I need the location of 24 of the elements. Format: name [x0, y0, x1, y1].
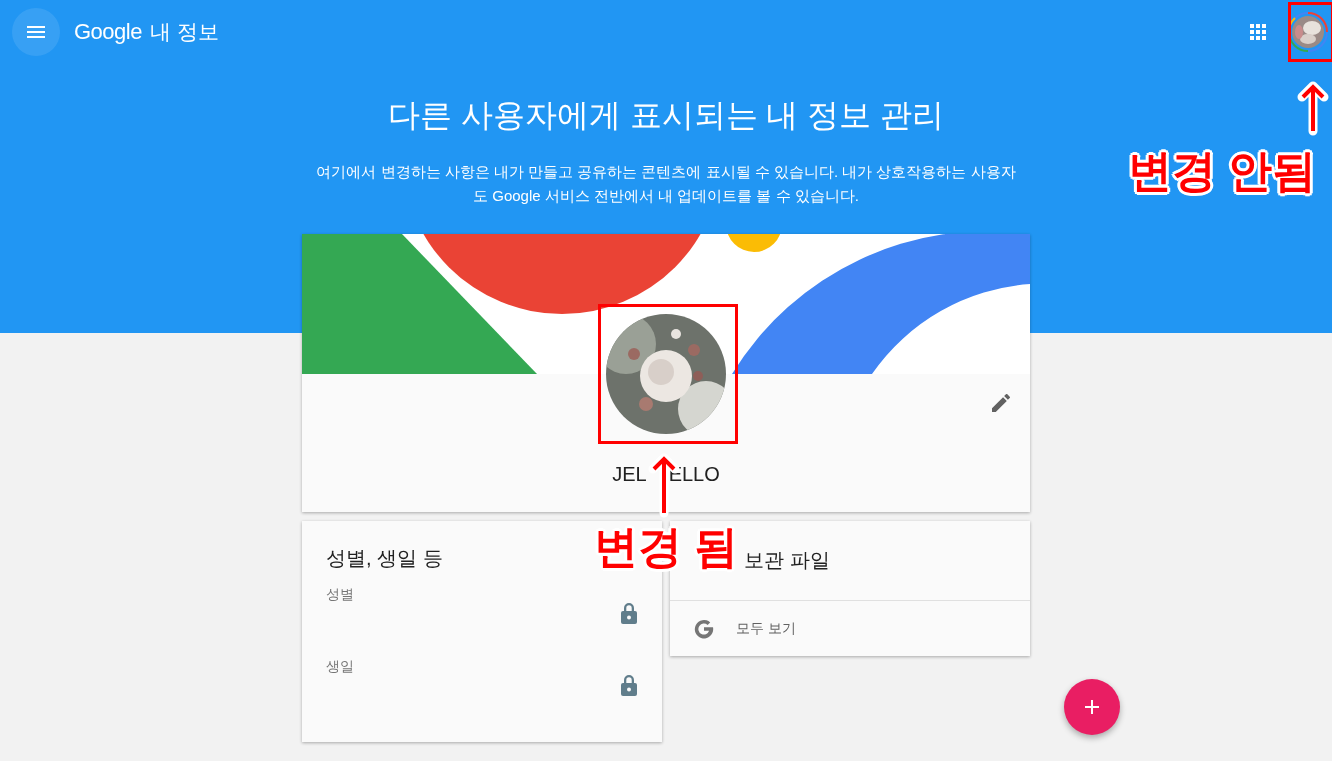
add-button[interactable] — [1064, 679, 1120, 735]
pencil-icon — [992, 394, 1010, 412]
google-g-icon — [694, 618, 714, 639]
arrow — [1296, 80, 1330, 136]
lock-icon — [620, 674, 638, 696]
view-all-link[interactable]: 모두 보기 — [670, 601, 1030, 656]
profile-name: JEL — [612, 463, 647, 486]
annotation-text: 변경 안됨 — [1128, 145, 1317, 197]
menu-icon — [27, 26, 45, 38]
annotation-text: 변경 됨 — [594, 521, 739, 573]
field-label: 성별 — [326, 586, 354, 604]
page-heading: 다른 사용자에게 표시되는 내 정보 관리 — [387, 96, 945, 135]
account-avatar[interactable] — [1288, 12, 1328, 52]
field-label: 생일 — [326, 658, 354, 676]
brand-logo: Google — [74, 19, 142, 45]
menu-button[interactable] — [12, 8, 60, 56]
description-text: 여기에서 변경하는 사항은 내가 만들고 공유하는 콘텐츠에 표시될 수 있습니다. 내가 상호작용하는 사용자도 Google 서비스 전반에서 내 업데이트를 볼 수 있습니다. — [315, 162, 1017, 206]
edit-button[interactable] — [992, 394, 1010, 412]
apps-grid-icon — [1250, 24, 1266, 40]
card-title: 성별, 생일 등 — [326, 546, 443, 571]
app-title: 내 정보 — [149, 19, 219, 45]
plus-icon — [1085, 700, 1099, 714]
lock-icon — [620, 602, 638, 624]
highlight-frame — [1288, 2, 1332, 62]
